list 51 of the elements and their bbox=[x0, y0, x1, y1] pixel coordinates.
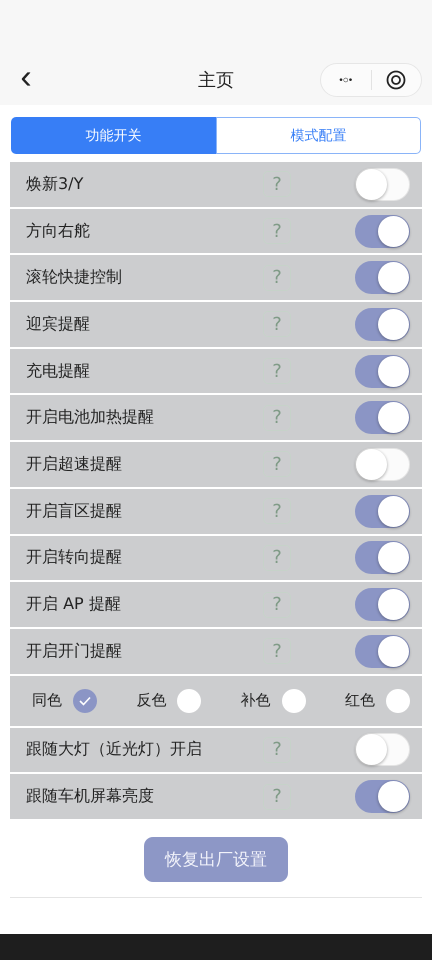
setting-label: 开启转向提醒 bbox=[26, 547, 123, 568]
help-hint[interactable]: ? bbox=[263, 404, 291, 431]
toggle-switch[interactable] bbox=[355, 780, 410, 814]
radio-circle[interactable] bbox=[386, 688, 410, 713]
help-hint[interactable]: ? bbox=[263, 498, 291, 524]
back-button[interactable]: ‹ bbox=[14, 60, 38, 94]
radio-circle[interactable] bbox=[177, 688, 202, 713]
tab[interactable]: 功能开关 bbox=[11, 117, 216, 154]
setting-label: 迎宾提醒 bbox=[26, 314, 91, 335]
setting-label: 跟随车机屏幕亮度 bbox=[26, 786, 155, 808]
target-icon bbox=[386, 70, 406, 90]
help-hint[interactable]: ? bbox=[263, 451, 291, 478]
page-title: 主页 bbox=[197, 69, 235, 92]
help-hint[interactable]: ? bbox=[263, 218, 291, 244]
setting-label: 开启开门提醒 bbox=[26, 640, 123, 662]
setting-label: 焕新3/Y bbox=[26, 174, 84, 195]
toggle-switch[interactable] bbox=[355, 214, 410, 248]
toggle-switch[interactable] bbox=[355, 588, 410, 622]
help-hint[interactable]: ? bbox=[263, 638, 291, 664]
color-option[interactable]: 反色 bbox=[136, 688, 202, 713]
setting-label: 开启盲区提醒 bbox=[26, 500, 123, 522]
help-hint[interactable]: ? bbox=[263, 544, 291, 571]
help-hint[interactable]: ? bbox=[263, 358, 291, 384]
color-option[interactable]: 补色 bbox=[240, 688, 306, 713]
color-option[interactable]: 同色 bbox=[32, 688, 97, 713]
toggle-switch[interactable] bbox=[355, 354, 410, 388]
toggle-switch[interactable] bbox=[355, 541, 410, 574]
toggle-switch[interactable] bbox=[355, 634, 410, 668]
setting-label: 开启电池加热提醒 bbox=[26, 407, 155, 428]
more-button[interactable]: •○• bbox=[321, 64, 370, 96]
setting-label: 跟随大灯（近光灯）开启 bbox=[26, 739, 203, 760]
setting-label: 开启 AP 提醒 bbox=[26, 594, 122, 616]
help-hint[interactable]: ? bbox=[263, 264, 291, 291]
setting-label: 方向右舵 bbox=[26, 220, 91, 242]
radio-circle[interactable] bbox=[282, 688, 306, 713]
color-option[interactable]: 红色 bbox=[344, 688, 410, 713]
reset-button[interactable]: 恢复出厂设置 bbox=[144, 836, 288, 882]
toggle-switch[interactable] bbox=[355, 261, 410, 294]
toggle-switch[interactable] bbox=[355, 401, 410, 434]
help-hint[interactable]: ? bbox=[263, 592, 291, 618]
help-hint[interactable]: ? bbox=[263, 784, 291, 810]
setting-label: 充电提醒 bbox=[26, 360, 91, 382]
setting-label: 开启超速提醒 bbox=[26, 454, 123, 475]
help-hint[interactable]: ? bbox=[263, 736, 291, 763]
help-hint[interactable]: ? bbox=[263, 171, 291, 198]
setting-label: 滚轮快捷控制 bbox=[26, 267, 123, 288]
radio-circle[interactable] bbox=[73, 688, 97, 713]
tab[interactable]: 模式配置 bbox=[216, 117, 421, 154]
toggle-switch[interactable] bbox=[355, 308, 410, 341]
help-hint[interactable]: ? bbox=[263, 311, 291, 338]
toggle-switch[interactable] bbox=[355, 494, 410, 528]
